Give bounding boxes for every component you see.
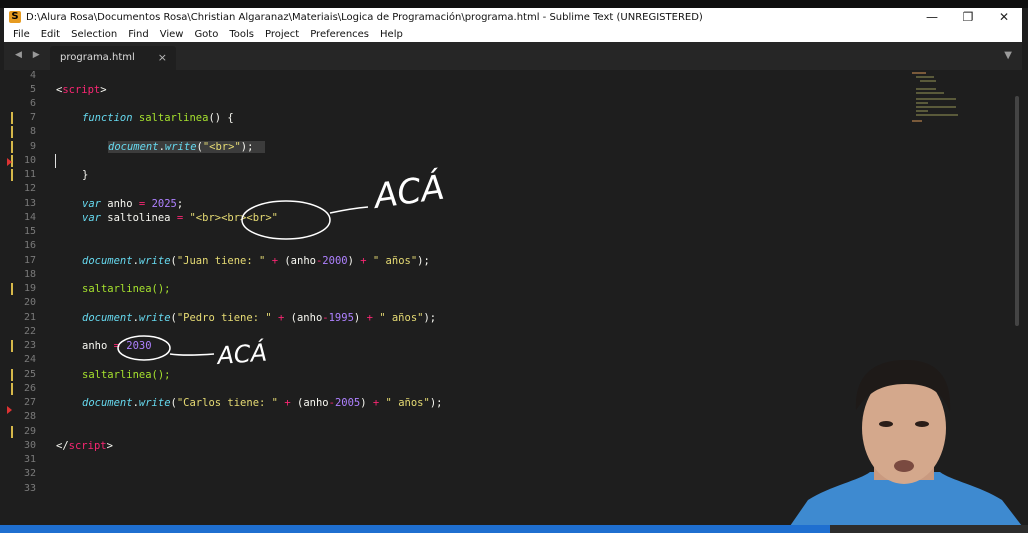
- window-top-border: [0, 0, 1028, 8]
- window-title: D:\Alura Rosa\Documentos Rosa\Christian …: [26, 11, 703, 23]
- menu-file[interactable]: File: [13, 29, 30, 40]
- arrow-line-annotation: [329, 206, 369, 214]
- menu-find[interactable]: Find: [128, 29, 149, 40]
- presenter-mouth: [894, 460, 914, 472]
- presenter-webcam: [790, 360, 1022, 526]
- title-bar: S D:\Alura Rosa\Documentos Rosa\Christia…: [4, 8, 1022, 26]
- minimize-button[interactable]: —: [914, 10, 950, 24]
- tab-label: programa.html: [60, 52, 135, 63]
- maximize-button[interactable]: ❐: [950, 10, 986, 24]
- tab-programa-html[interactable]: programa.html ×: [50, 46, 176, 70]
- menu-help[interactable]: Help: [380, 29, 403, 40]
- presenter-eye: [915, 421, 929, 427]
- taskbar-strip-dark: [830, 525, 1028, 533]
- handwritten-note-top: ACÁ: [370, 167, 447, 218]
- tab-close-icon[interactable]: ×: [158, 51, 167, 64]
- menu-selection[interactable]: Selection: [71, 29, 117, 40]
- tab-bar: ◀ ▶ programa.html × ▼: [4, 42, 1022, 70]
- tab-dropdown-icon[interactable]: ▼: [1004, 50, 1012, 61]
- tab-nav-arrows-icon[interactable]: ◀ ▶: [15, 50, 44, 60]
- arrow-line-annotation: [169, 353, 215, 356]
- menu-edit[interactable]: Edit: [41, 29, 60, 40]
- menu-bar: File Edit Selection Find View Goto Tools…: [4, 26, 1022, 42]
- menu-view[interactable]: View: [160, 29, 184, 40]
- sublime-app-icon: S: [9, 11, 21, 23]
- menu-preferences[interactable]: Preferences: [310, 29, 369, 40]
- menu-tools[interactable]: Tools: [229, 29, 254, 40]
- circle-annotation: [241, 200, 331, 240]
- presenter-eye: [879, 421, 893, 427]
- circle-annotation: [117, 335, 171, 361]
- menu-goto[interactable]: Goto: [194, 29, 218, 40]
- handwritten-note-bottom: ACÁ: [214, 338, 267, 371]
- close-button[interactable]: ✕: [986, 10, 1022, 24]
- menu-project[interactable]: Project: [265, 29, 299, 40]
